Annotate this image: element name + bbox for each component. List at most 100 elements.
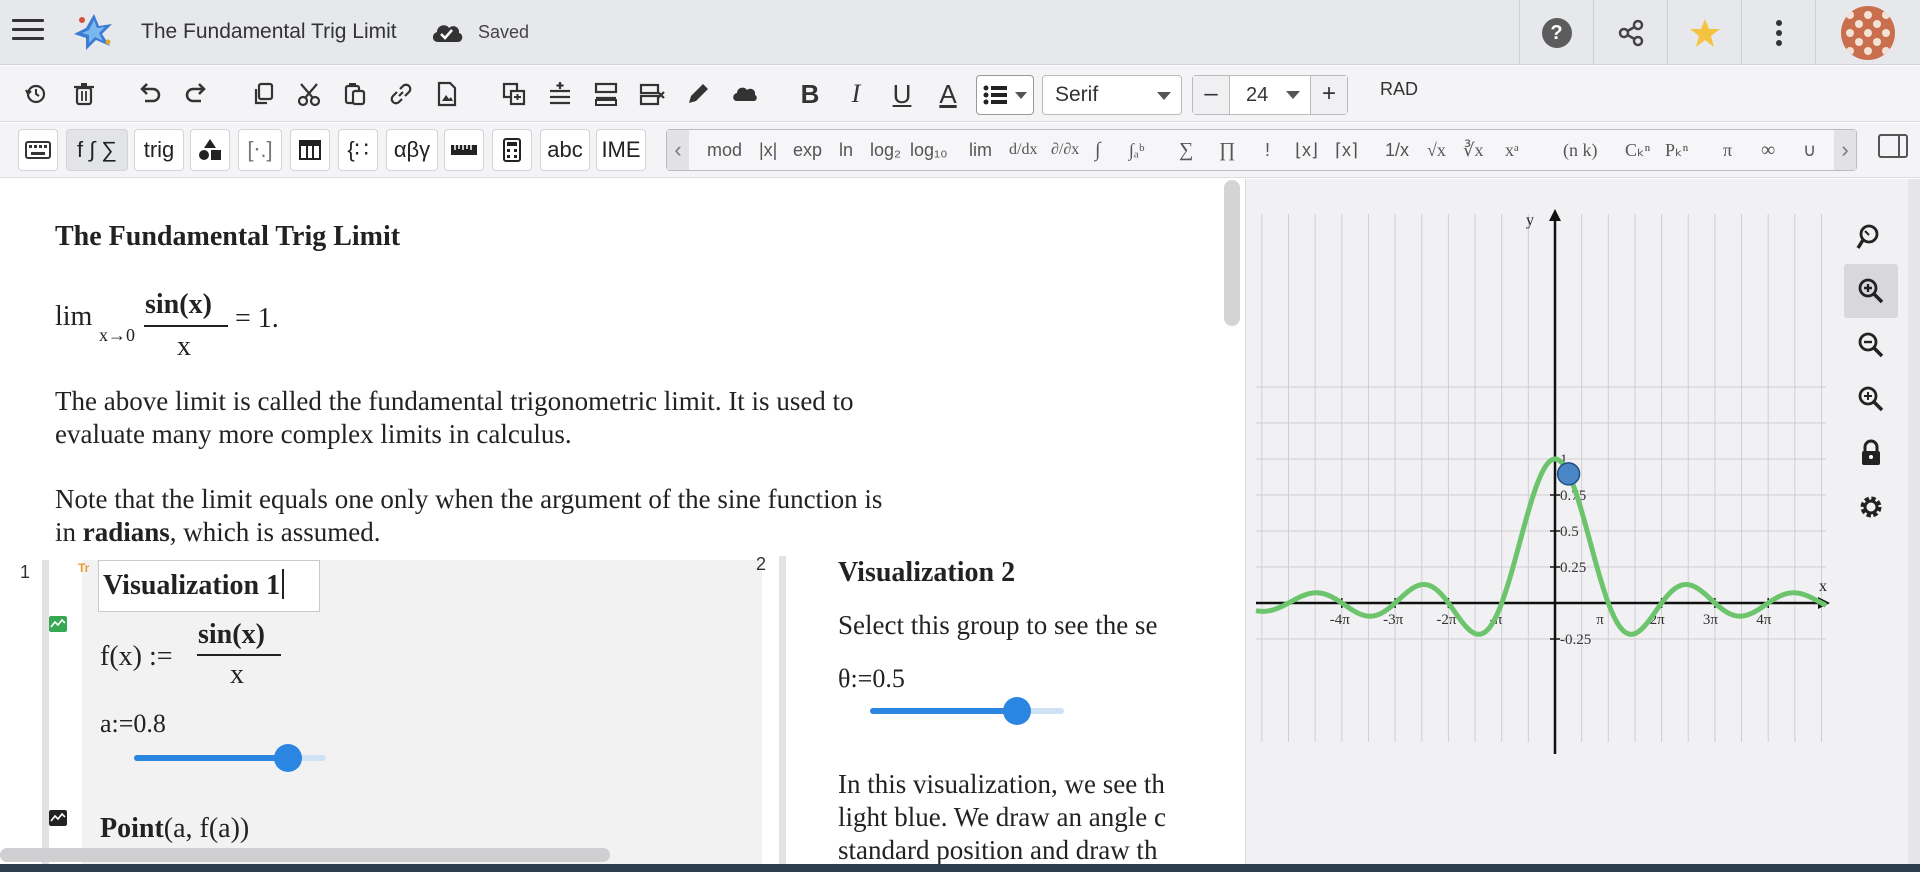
paste-button[interactable] <box>337 76 373 112</box>
palette-integral[interactable]: ∫ <box>1095 130 1100 170</box>
document-vertical-scrollbar[interactable] <box>1224 180 1240 326</box>
tab-units[interactable] <box>444 129 484 171</box>
palette-sum[interactable]: ∑ <box>1179 130 1193 170</box>
palette-log10[interactable]: log₁₀ <box>910 130 948 170</box>
angle-mode-toggle[interactable]: RAD <box>1380 79 1418 100</box>
palette-power[interactable]: xᵃ <box>1505 130 1519 170</box>
palette-ceil[interactable]: ⌈x⌉ <box>1335 130 1358 170</box>
palette-lim[interactable]: lim <box>969 130 992 170</box>
paragraph-2-line-1[interactable]: Note that the limit equals one only when… <box>55 483 1135 516</box>
palette-infinity[interactable]: ∞ <box>1761 130 1775 170</box>
paragraph-1-line-2[interactable]: evaluate many more complex limits in cal… <box>55 418 1135 451</box>
zoom-in-button[interactable] <box>1844 372 1898 426</box>
palette-union[interactable]: ∪ <box>1803 130 1816 170</box>
parameter-theta[interactable]: θ:=0.5 <box>838 664 905 694</box>
draw-button[interactable] <box>680 76 716 112</box>
font-size-select[interactable]: 24 <box>1229 76 1311 114</box>
tab-calculator[interactable] <box>492 129 532 171</box>
copy-button[interactable] <box>245 76 281 112</box>
paragraph-2-line-2[interactable]: in radians, which is assumed. <box>55 516 1135 549</box>
bold-button[interactable]: B <box>792 76 828 112</box>
underline-button[interactable]: U <box>884 76 920 112</box>
tab-trig[interactable]: trig <box>134 129 184 171</box>
italic-button[interactable]: I <box>838 76 874 112</box>
account-button[interactable] <box>1815 0 1920 65</box>
paragraph-1-line-1[interactable]: The above limit is called the fundamenta… <box>55 385 1135 418</box>
duplicate-region-button[interactable] <box>496 76 532 112</box>
visualization-2-text-line-1[interactable]: In this visualization, we see th <box>838 768 1165 801</box>
tab-table[interactable] <box>290 129 330 171</box>
palette-pi[interactable]: π <box>1723 130 1732 170</box>
visualization-2-text-line-3[interactable]: standard position and draw th <box>838 834 1157 867</box>
link-button[interactable] <box>383 76 419 112</box>
undo-button[interactable] <box>132 76 168 112</box>
zoom-out-button[interactable] <box>1844 318 1898 372</box>
palette-scroll-left-icon[interactable]: ‹ <box>667 130 689 170</box>
delete-region-button[interactable] <box>634 76 670 112</box>
point-definition[interactable]: Point(a, f(a)) <box>100 813 249 845</box>
font-family-select[interactable]: Serif <box>1042 75 1182 115</box>
tab-greek[interactable]: αβγ <box>386 129 438 171</box>
graph-panel[interactable]: x y -4π -3π -2π -π π 2π 3π 4π 1 0.75 0.5 0.25 -0.25 <box>1245 179 1920 872</box>
favorite-button[interactable] <box>1667 0 1741 65</box>
lock-view-button[interactable] <box>1844 426 1898 480</box>
cloud-region-button[interactable] <box>726 76 762 112</box>
sidebar-toggle-icon[interactable] <box>1878 134 1908 158</box>
slider-a-handle[interactable] <box>273 744 302 772</box>
tab-matrix[interactable]: [⋅.] <box>238 129 282 171</box>
palette-floor[interactable]: ⌊x⌋ <box>1295 130 1318 170</box>
palette-log2[interactable]: log₂ <box>870 130 901 170</box>
visualization-2-title[interactable]: Visualization 2 <box>838 557 1015 589</box>
palette-ln[interactable]: ln <box>839 130 853 170</box>
slider-a[interactable] <box>134 744 326 772</box>
hamburger-menu-icon[interactable] <box>12 19 44 45</box>
palette-abs[interactable]: |x| <box>759 130 777 170</box>
insert-image-button[interactable] <box>429 76 465 112</box>
tab-shapes[interactable] <box>190 129 230 171</box>
zoom-reset-button[interactable] <box>1844 210 1898 264</box>
app-logo-icon[interactable] <box>72 12 116 52</box>
palette-factorial[interactable]: ! <box>1265 130 1270 170</box>
document-area[interactable]: The Fundamental Trig Limit lim x→0 sin(x… <box>0 179 1245 872</box>
history-button[interactable] <box>18 76 54 112</box>
palette-mod[interactable]: mod <box>707 130 742 170</box>
doc-heading[interactable]: The Fundamental Trig Limit <box>55 221 400 253</box>
palette-exp[interactable]: exp <box>793 130 822 170</box>
palette-permutation[interactable]: Pₖⁿ <box>1665 130 1688 170</box>
visualization-2-instruction[interactable]: Select this group to see the se <box>838 609 1157 642</box>
visualization-2-text-line-2[interactable]: light blue. We draw an angle c <box>838 801 1166 834</box>
slider-theta-handle[interactable] <box>1003 697 1032 725</box>
cut-button[interactable] <box>291 76 327 112</box>
palette-product[interactable]: ∏ <box>1219 130 1235 170</box>
keyboard-button[interactable] <box>18 129 58 171</box>
increase-size-button[interactable]: + <box>1311 76 1347 114</box>
palette-combination[interactable]: Cₖⁿ <box>1625 130 1650 170</box>
palette-partial[interactable]: ∂/∂x <box>1051 130 1079 170</box>
palette-sqrt[interactable]: √x <box>1427 130 1446 170</box>
insert-below-button[interactable] <box>588 76 624 112</box>
tab-ime[interactable]: IME <box>596 129 646 171</box>
text-color-button[interactable]: A <box>930 76 966 112</box>
document-horizontal-scrollbar[interactable] <box>0 848 610 862</box>
decrease-size-button[interactable]: – <box>1193 76 1229 114</box>
delete-button[interactable] <box>66 76 102 112</box>
list-style-dropdown[interactable] <box>976 75 1034 115</box>
insert-above-button[interactable] <box>542 76 578 112</box>
palette-scroll-right-icon[interactable]: › <box>1834 130 1856 170</box>
redo-button[interactable] <box>178 76 214 112</box>
palette-binomial[interactable]: (n k) <box>1563 130 1598 170</box>
graph-vertical-scrollbar[interactable] <box>1908 179 1920 872</box>
more-options-button[interactable] <box>1741 0 1815 65</box>
help-button[interactable]: ? <box>1519 0 1593 65</box>
tab-text[interactable]: abc <box>540 129 590 171</box>
graph-canvas[interactable]: xy-4π -3π -2π -π π 2π 3π 4π10.750.50.25-0.25 <box>1246 179 1846 872</box>
palette-cbrt[interactable]: ∛x <box>1463 130 1483 170</box>
palette-derivative[interactable]: d/dx <box>1009 130 1037 170</box>
tab-piecewise[interactable]: {∷ <box>338 129 378 171</box>
parameter-a[interactable]: a:=0.8 <box>100 709 166 739</box>
tab-functions[interactable]: f ∫ ∑ <box>66 129 128 171</box>
zoom-box-button[interactable] <box>1844 264 1898 318</box>
share-button[interactable] <box>1593 0 1667 65</box>
palette-reciprocal[interactable]: 1/x <box>1385 130 1409 170</box>
graph-settings-button[interactable] <box>1844 480 1898 534</box>
